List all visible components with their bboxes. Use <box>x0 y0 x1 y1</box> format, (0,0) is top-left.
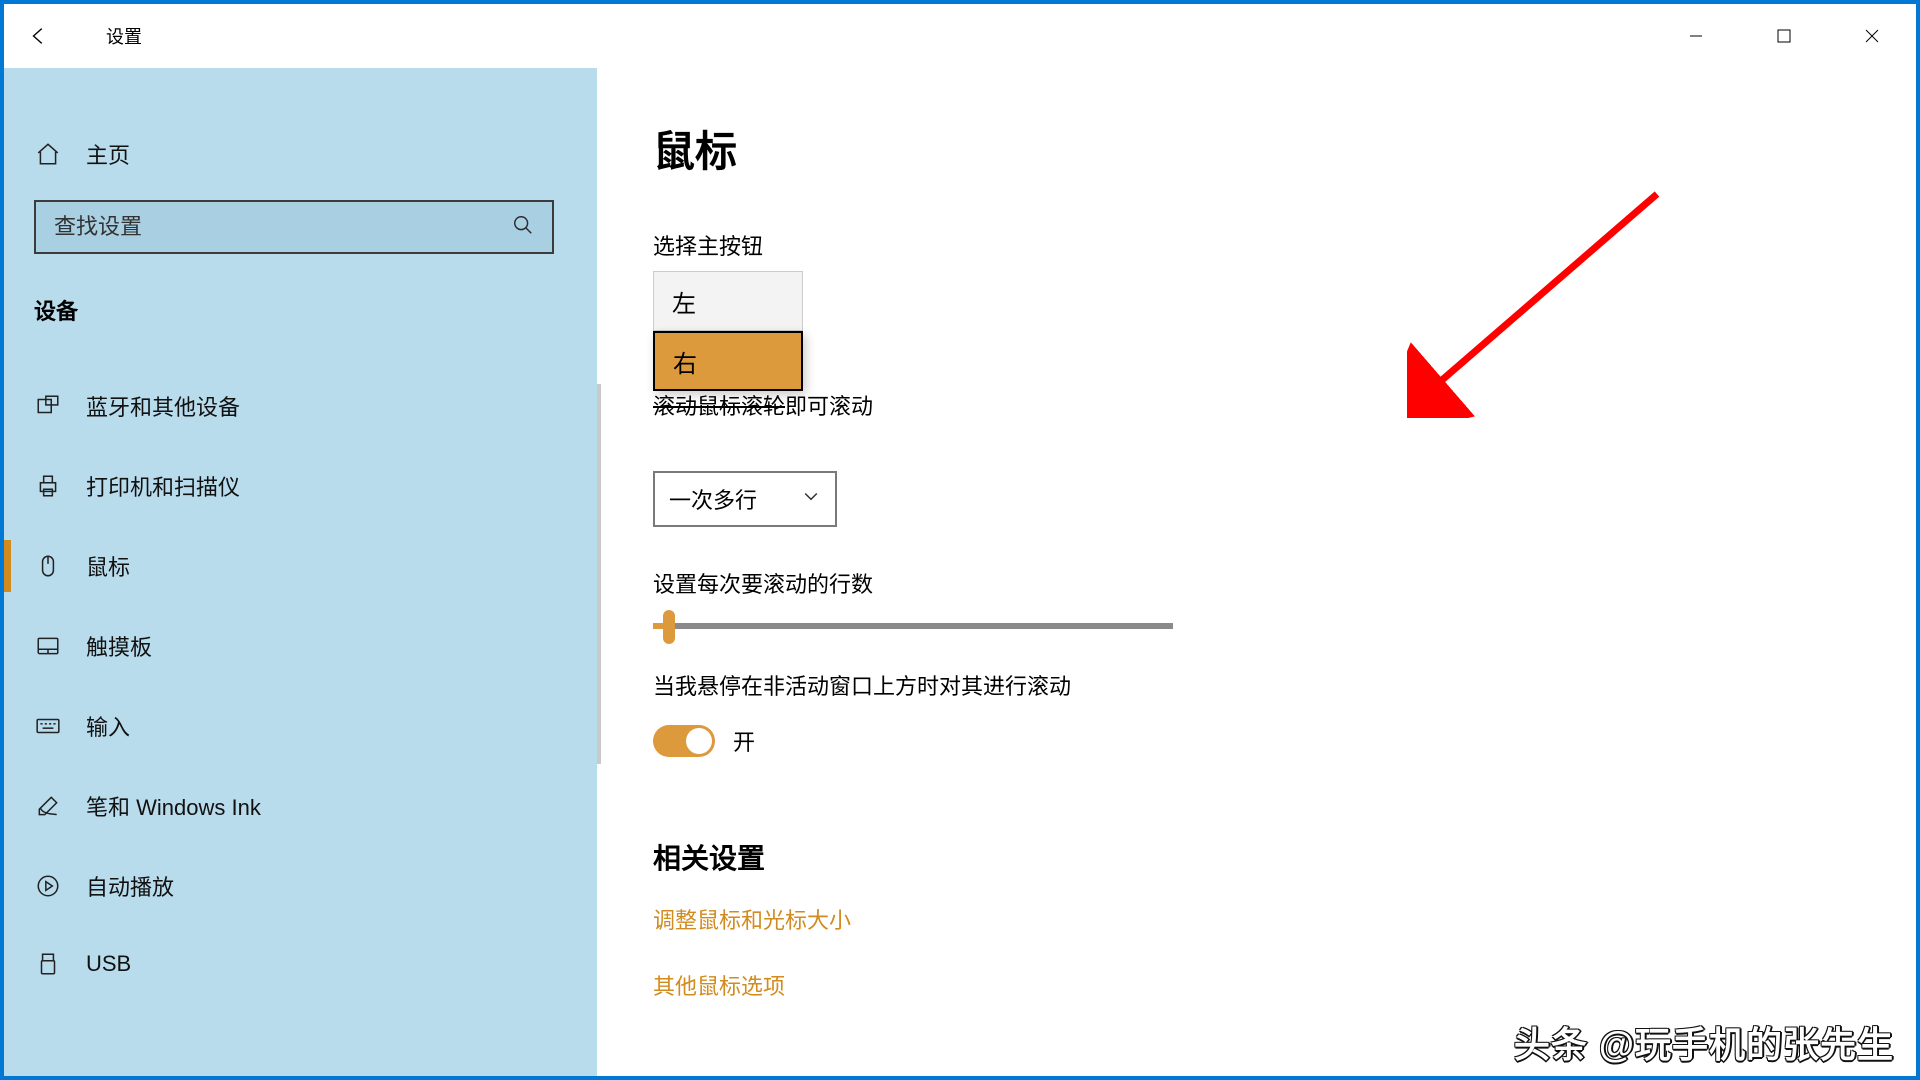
touchpad-icon <box>34 632 62 660</box>
search-box[interactable] <box>34 200 554 254</box>
scroll-lines-slider[interactable] <box>653 623 1173 629</box>
window-title: 设置 <box>106 23 142 49</box>
slider-thumb[interactable] <box>663 610 675 644</box>
search-input[interactable] <box>54 214 486 240</box>
close-button[interactable] <box>1828 4 1916 68</box>
sidebar-item-bluetooth[interactable]: 蓝牙和其他设备 <box>4 366 597 446</box>
usb-icon <box>34 950 62 978</box>
link-other-mouse-options[interactable]: 其他鼠标选项 <box>653 969 1836 1001</box>
sidebar: 主页 设备 蓝牙和其他设备 <box>4 68 597 1076</box>
sidebar-item-printers[interactable]: 打印机和扫描仪 <box>4 446 597 526</box>
hover-scroll-label: 当我悬停在非活动窗口上方时对其进行滚动 <box>653 669 1836 701</box>
minimize-button[interactable] <box>1652 4 1740 68</box>
sidebar-group-title: 设备 <box>4 264 597 346</box>
dropdown-option-right[interactable]: 右 <box>653 331 803 391</box>
sidebar-item-label: 鼠标 <box>86 550 130 582</box>
sidebar-item-usb[interactable]: USB <box>4 926 597 1002</box>
window-controls <box>1652 4 1916 68</box>
autoplay-icon <box>34 872 62 900</box>
home-icon <box>34 140 62 168</box>
scroll-mode-value: 一次多行 <box>669 483 757 515</box>
settings-window: 设置 主页 <box>0 0 1920 1080</box>
pen-icon <box>34 792 62 820</box>
sidebar-item-touchpad[interactable]: 触摸板 <box>4 606 597 686</box>
home-button[interactable]: 主页 <box>4 118 597 190</box>
main-content: 鼠标 选择主按钮 左 右 滚动鼠标滚轮即可滚动 一次多行 <box>597 68 1916 1076</box>
sidebar-item-pen[interactable]: 笔和 Windows Ink <box>4 766 597 846</box>
scroll-mode-dropdown[interactable]: 一次多行 <box>653 471 837 527</box>
chevron-down-icon <box>801 486 821 512</box>
sidebar-item-label: 笔和 Windows Ink <box>86 790 261 822</box>
link-adjust-cursor[interactable]: 调整鼠标和光标大小 <box>653 903 1836 935</box>
dropdown-option-left[interactable]: 左 <box>653 271 803 331</box>
printer-icon <box>34 472 62 500</box>
sidebar-item-label: 打印机和扫描仪 <box>86 470 240 502</box>
sidebar-item-label: USB <box>86 951 131 977</box>
watermark: 头条 @玩手机的张先生 <box>1514 1016 1894 1068</box>
toggle-knob <box>686 728 712 754</box>
mouse-icon <box>34 552 62 580</box>
titlebar: 设置 <box>4 4 1916 68</box>
bluetooth-devices-icon <box>34 392 62 420</box>
keyboard-icon <box>34 712 62 740</box>
scroll-wheel-label: 滚动鼠标滚轮即可滚动 <box>653 389 873 421</box>
page-title: 鼠标 <box>653 118 1836 179</box>
sidebar-item-autoplay[interactable]: 自动播放 <box>4 846 597 926</box>
scroll-lines-label: 设置每次要滚动的行数 <box>653 567 1836 599</box>
sidebar-item-label: 自动播放 <box>86 870 174 902</box>
hover-scroll-toggle[interactable] <box>653 725 715 757</box>
back-arrow-icon[interactable] <box>28 25 50 47</box>
sidebar-item-label: 蓝牙和其他设备 <box>86 390 240 422</box>
sidebar-item-mouse[interactable]: 鼠标 <box>4 526 597 606</box>
search-icon <box>512 214 534 241</box>
sidebar-item-typing[interactable]: 输入 <box>4 686 597 766</box>
home-label: 主页 <box>86 138 130 170</box>
related-settings-heading: 相关设置 <box>653 837 1836 877</box>
primary-button-label: 选择主按钮 <box>653 229 1836 261</box>
sidebar-item-label: 输入 <box>86 710 130 742</box>
scrollbar-hint[interactable] <box>597 384 601 764</box>
primary-button-dropdown[interactable]: 左 右 <box>653 271 803 391</box>
maximize-button[interactable] <box>1740 4 1828 68</box>
sidebar-item-label: 触摸板 <box>86 630 152 662</box>
toggle-state-text: 开 <box>733 725 755 757</box>
